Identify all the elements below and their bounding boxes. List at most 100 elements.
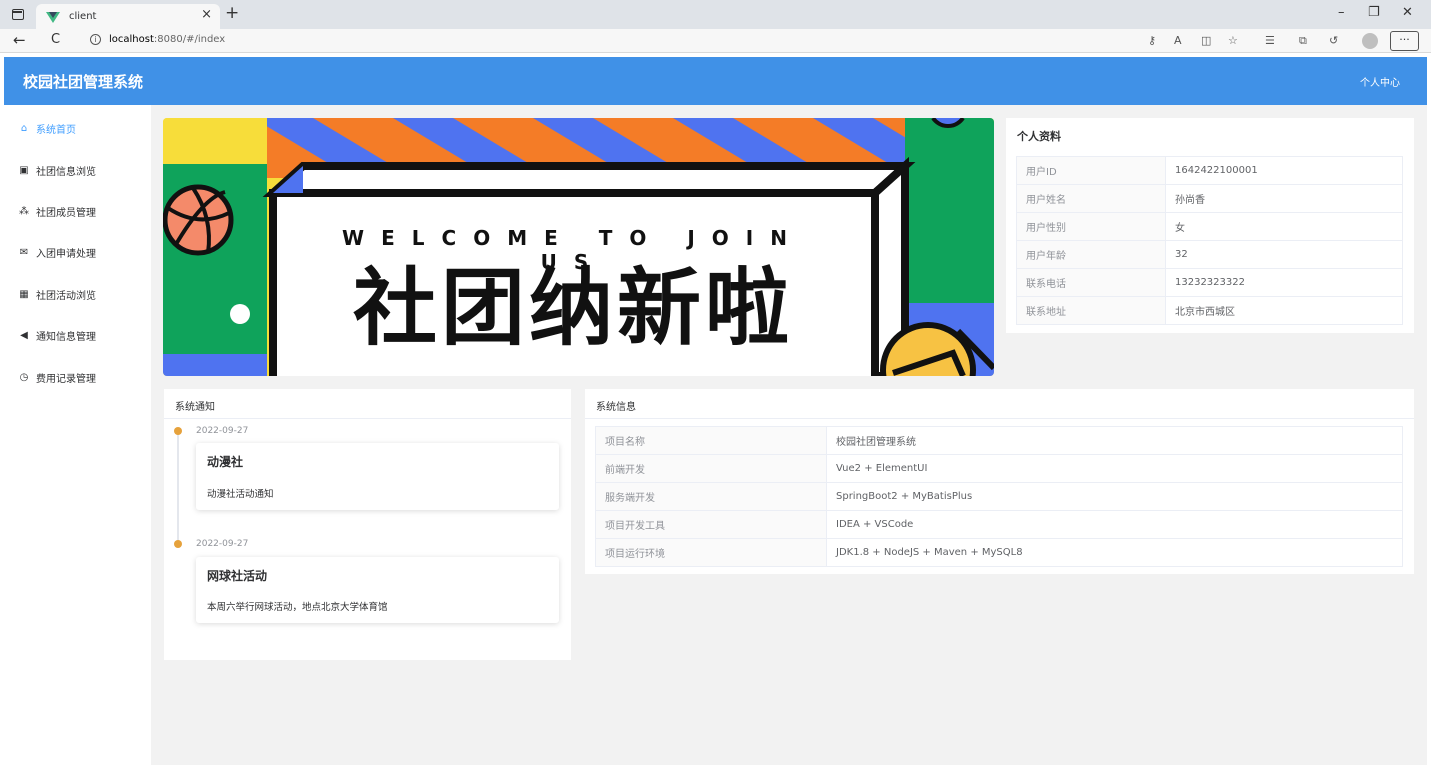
recruitment-banner: WELCOME TO JOIN US 社团纳新啦: [163, 118, 994, 376]
profile-table: 用户ID 1642422100001 用户姓名 孙尚香 用户性别女 用户年龄 32 联…: [1016, 156, 1403, 325]
vue-logo-icon: [46, 11, 60, 23]
sysinfo-table: 项目名称 校园社团管理系统 前端开发 Vue2 + ElementUI 服务端开发 S…: [595, 426, 1403, 567]
profile-value: 32: [1165, 240, 1403, 269]
table-row: 服务端开发 SpringBoot2 + MyBatisPlus: [595, 482, 1403, 511]
sidebar: ⌂ 系统首页 ▣ 社团信息浏览 ⁂ 社团成员管理 ✉ 入团申请处理 ▦ 社团活动…: [4, 105, 151, 765]
notice-title: 网球社活动: [207, 569, 268, 583]
notice-content: 本周六举行网球活动，地点北京大学体育馆: [207, 602, 388, 613]
profile-value: 孙尚香: [1165, 184, 1403, 213]
sidebar-item-activities[interactable]: ▦ 社团活动浏览: [18, 284, 96, 304]
sysinfo-label: 前端开发: [595, 454, 827, 483]
table-row: 项目运行环境 JDK1.8 + NodeJS + Maven + MySQL8: [595, 538, 1403, 567]
url-field[interactable]: i localhost:8080/#/index: [90, 34, 225, 45]
profile-label: 用户姓名: [1016, 184, 1166, 213]
reload-icon[interactable]: C: [51, 32, 60, 47]
sidebar-item-label: 社团成员管理: [36, 207, 96, 219]
sidebar-item-fees[interactable]: ◷ 费用记录管理: [18, 367, 96, 387]
profile-label: 联系地址: [1016, 296, 1166, 325]
sysinfo-label: 项目名称: [595, 426, 827, 455]
divider: [164, 418, 571, 419]
calculator-icon: ▦: [19, 288, 29, 300]
sidebar-item-notices[interactable]: ◀ 通知信息管理: [18, 325, 96, 345]
back-icon[interactable]: ←: [13, 31, 26, 49]
sidebar-item-members[interactable]: ⁂ 社团成员管理: [18, 201, 96, 221]
timeline-dot: [174, 540, 182, 548]
split-screen-icon[interactable]: ◫: [1201, 34, 1211, 47]
profile-label: 用户性别: [1016, 212, 1166, 241]
notice-content: 动漫社活动通知: [207, 489, 274, 500]
sidebar-item-home[interactable]: ⌂ 系统首页: [18, 118, 76, 138]
sysinfo-value: JDK1.8 + NodeJS + Maven + MySQL8: [826, 538, 1403, 567]
favorite-add-icon[interactable]: ☆: [1228, 34, 1238, 47]
info-icon[interactable]: i: [90, 34, 101, 45]
sidebar-item-applications[interactable]: ✉ 入团申请处理: [18, 242, 96, 262]
profile-value: 北京市西城区: [1165, 296, 1403, 325]
table-row: 项目名称 校园社团管理系统: [595, 426, 1403, 455]
table-row: 联系电话 13232323322: [1016, 268, 1403, 297]
sidebar-item-label: 费用记录管理: [36, 373, 96, 385]
key-icon[interactable]: ⚷: [1148, 34, 1156, 47]
sidebar-item-label: 通知信息管理: [36, 331, 96, 343]
envelope-icon: ✉: [19, 246, 29, 258]
sidebar-item-club-info[interactable]: ▣ 社团信息浏览: [18, 160, 96, 180]
clock-icon: ◷: [19, 371, 29, 383]
notices-title: 系统通知: [175, 402, 215, 413]
timeline-line: [177, 431, 179, 544]
profile-label: 联系电话: [1016, 268, 1166, 297]
profile-title: 个人资料: [1017, 130, 1061, 143]
sysinfo-value: 校园社团管理系统: [826, 426, 1403, 455]
sysinfo-label: 项目运行环境: [595, 538, 827, 567]
sidebar-item-label: 社团信息浏览: [36, 166, 96, 178]
table-row: 用户年龄 32: [1016, 240, 1403, 269]
browser-tab-bar: client × + – ❐ ✕: [0, 0, 1431, 29]
browser-menu-button[interactable]: ···: [1390, 31, 1419, 51]
sysinfo-value: SpringBoot2 + MyBatisPlus: [826, 482, 1403, 511]
favorites-icon[interactable]: ☰: [1265, 34, 1275, 47]
sysinfo-title: 系统信息: [596, 402, 636, 413]
sysinfo-value: Vue2 + ElementUI: [826, 454, 1403, 483]
sidebar-item-label: 入团申请处理: [36, 248, 96, 260]
users-icon: ⁂: [19, 205, 29, 217]
banner-headline: 社团纳新啦: [352, 259, 793, 357]
user-center-link[interactable]: 个人中心: [1360, 74, 1400, 89]
new-tab-icon[interactable]: +: [225, 3, 239, 23]
tab-title: client: [69, 11, 97, 22]
collections-icon[interactable]: ⧉: [1299, 34, 1307, 48]
close-tab-icon[interactable]: ×: [201, 7, 212, 22]
timeline-date: 2022-09-27: [196, 426, 249, 436]
home-icon: ⌂: [20, 122, 28, 134]
app-title: 校园社团管理系统: [23, 73, 144, 91]
profile-avatar[interactable]: [1362, 33, 1378, 49]
table-row: 用户ID 1642422100001: [1016, 156, 1403, 185]
timeline-dot: [174, 427, 182, 435]
divider: [585, 418, 1414, 419]
restore-icon[interactable]: ❐: [1368, 5, 1380, 20]
monitor-icon: ▣: [19, 164, 29, 176]
table-row: 用户姓名 孙尚香: [1016, 184, 1403, 213]
sysinfo-value: IDEA + VSCode: [826, 510, 1403, 539]
megaphone-icon: ◀: [20, 329, 28, 341]
profile-value: 1642422100001: [1165, 156, 1403, 185]
notice-item[interactable]: 网球社活动 本周六举行网球活动，地点北京大学体育馆: [196, 557, 559, 623]
browser-tab[interactable]: client ×: [36, 4, 220, 29]
profile-value: 女: [1165, 212, 1403, 241]
table-row: 项目开发工具 IDEA + VSCode: [595, 510, 1403, 539]
sysinfo-label: 项目开发工具: [595, 510, 827, 539]
table-row: 联系地址 北京市西城区: [1016, 296, 1403, 325]
window-close-icon[interactable]: ✕: [1402, 5, 1413, 20]
table-row: 前端开发 Vue2 + ElementUI: [595, 454, 1403, 483]
table-row: 用户性别女: [1016, 212, 1403, 241]
app-header: 校园社团管理系统 个人中心: [4, 57, 1427, 105]
history-icon[interactable]: ↺: [1329, 34, 1338, 47]
minimize-icon[interactable]: –: [1338, 5, 1345, 20]
address-bar: ← C i localhost:8080/#/index ⚷ A ◫ ☆ ☰ ⧉ …: [0, 29, 1431, 53]
sidebar-item-label: 社团活动浏览: [36, 290, 96, 302]
tab-actions-icon[interactable]: [12, 9, 24, 20]
read-aloud-icon[interactable]: A: [1174, 34, 1182, 47]
timeline-date: 2022-09-27: [196, 539, 249, 549]
notice-title: 动漫社: [207, 455, 244, 469]
notice-item[interactable]: 动漫社 动漫社活动通知: [196, 443, 559, 510]
profile-label: 用户ID: [1016, 156, 1166, 185]
sidebar-item-label: 系统首页: [36, 124, 76, 136]
profile-value: 13232323322: [1165, 268, 1403, 297]
